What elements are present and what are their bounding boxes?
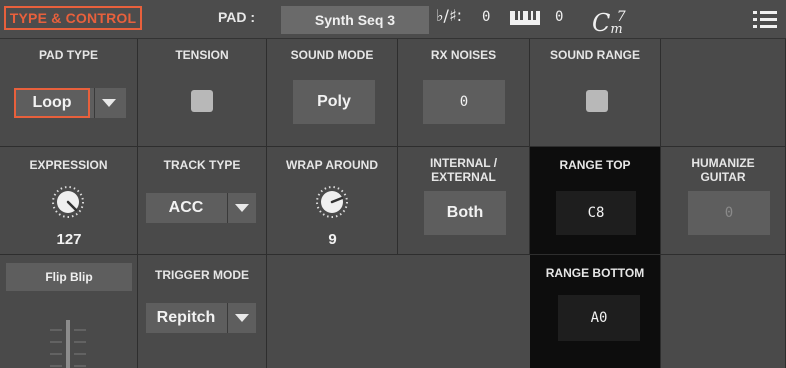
range-bottom-cell: RANGE BOTTOM A0 bbox=[530, 255, 661, 368]
range-top-value[interactable]: C8 bbox=[556, 191, 636, 235]
hamburger-menu-icon[interactable] bbox=[753, 11, 777, 29]
flip-blip-slider[interactable] bbox=[46, 318, 90, 368]
chevron-down-icon[interactable] bbox=[94, 88, 123, 118]
track-type-cell: TRACK TYPE ACC bbox=[138, 147, 267, 255]
flip-blip-cell: Flip Blip bbox=[0, 255, 138, 368]
range-bottom-label: RANGE BOTTOM bbox=[545, 266, 645, 280]
sound-mode-value[interactable]: Poly bbox=[293, 80, 375, 124]
tension-label: TENSION bbox=[175, 48, 229, 62]
rx-noises-cell: RX NOISES 0 bbox=[398, 39, 530, 147]
keyboard-icon bbox=[510, 11, 540, 25]
pad-type-value[interactable]: Loop bbox=[14, 88, 90, 118]
wrap-around-label: WRAP AROUND bbox=[286, 158, 378, 172]
empty-cell bbox=[661, 255, 786, 368]
key-signature-label: ♭/♯: bbox=[436, 6, 463, 25]
pad-type-dropdown[interactable]: Loop bbox=[14, 88, 126, 118]
range-top-cell: RANGE TOP C8 bbox=[530, 147, 661, 255]
page-title[interactable]: TYPE & CONTROL bbox=[4, 6, 142, 30]
wrap-around-cell: WRAP AROUND 9 bbox=[267, 147, 398, 255]
humanize-guitar-value: 0 bbox=[688, 191, 770, 235]
key-signature-value[interactable]: 0 bbox=[482, 9, 490, 25]
expression-label: EXPRESSION bbox=[29, 158, 108, 172]
internal-external-cell: INTERNAL / EXTERNAL Both bbox=[398, 147, 530, 255]
sound-range-checkbox[interactable] bbox=[586, 90, 608, 112]
trigger-mode-cell: TRIGGER MODE Repitch bbox=[138, 255, 267, 368]
internal-external-label-1: INTERNAL / bbox=[429, 156, 498, 170]
pad-label: PAD : bbox=[218, 9, 256, 25]
pad-type-label: PAD TYPE bbox=[38, 48, 99, 62]
wrap-around-value: 9 bbox=[328, 231, 337, 248]
expression-value: 127 bbox=[56, 231, 82, 248]
expression-knob[interactable] bbox=[51, 185, 85, 219]
chord-root: C bbox=[592, 9, 611, 37]
rx-noises-value[interactable]: 0 bbox=[423, 80, 505, 124]
track-type-value[interactable]: ACC bbox=[146, 193, 226, 223]
humanize-guitar-label-2: GUITAR bbox=[700, 170, 746, 184]
expression-cell: EXPRESSION 127 bbox=[0, 147, 138, 255]
pad-selector[interactable]: Synth Seq 3 bbox=[281, 6, 429, 34]
empty-area bbox=[267, 255, 530, 368]
octave-value[interactable]: 0 bbox=[555, 9, 563, 25]
trigger-mode-value[interactable]: Repitch bbox=[146, 303, 226, 333]
sound-mode-label: SOUND MODE bbox=[290, 48, 374, 62]
sound-range-label: SOUND RANGE bbox=[549, 48, 640, 62]
humanize-guitar-cell: HUMANIZE GUITAR 0 bbox=[661, 147, 786, 255]
internal-external-value[interactable]: Both bbox=[424, 191, 506, 235]
humanize-guitar-label-1: HUMANIZE bbox=[691, 156, 755, 170]
chevron-down-icon[interactable] bbox=[227, 303, 256, 333]
rx-noises-label: RX NOISES bbox=[430, 48, 497, 62]
flip-blip-button[interactable]: Flip Blip bbox=[6, 263, 132, 291]
wrap-around-knob[interactable] bbox=[315, 185, 349, 219]
track-type-dropdown[interactable]: ACC bbox=[146, 193, 256, 223]
sound-mode-cell: SOUND MODE Poly bbox=[267, 39, 398, 147]
top-bar: TYPE & CONTROL PAD : Synth Seq 3 ♭/♯: 0 … bbox=[0, 0, 786, 39]
chord-extension: 7 bbox=[616, 9, 626, 25]
tension-cell: TENSION bbox=[138, 39, 267, 147]
track-type-label: TRACK TYPE bbox=[163, 158, 241, 172]
tension-checkbox[interactable] bbox=[191, 90, 213, 112]
sound-range-cell: SOUND RANGE bbox=[530, 39, 661, 147]
chevron-down-icon[interactable] bbox=[227, 193, 256, 223]
trigger-mode-label: TRIGGER MODE bbox=[154, 268, 249, 282]
internal-external-label-2: EXTERNAL bbox=[431, 170, 496, 184]
pad-type-cell: PAD TYPE Loop bbox=[0, 39, 138, 147]
range-bottom-value[interactable]: A0 bbox=[558, 295, 640, 341]
range-top-label: RANGE TOP bbox=[559, 158, 631, 172]
empty-cell bbox=[661, 39, 786, 147]
trigger-mode-dropdown[interactable]: Repitch bbox=[146, 303, 256, 333]
